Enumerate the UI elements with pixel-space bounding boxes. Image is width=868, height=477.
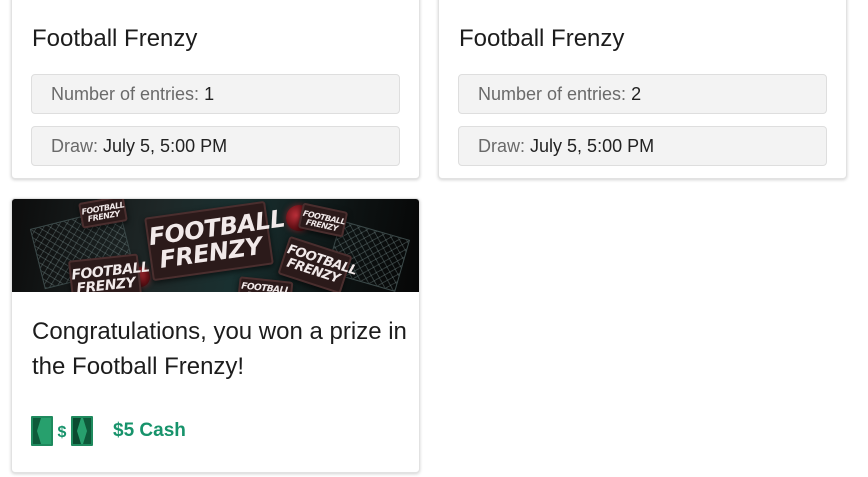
prize-row: $ $5 Cash (31, 416, 186, 446)
card-title: Football Frenzy (459, 25, 625, 52)
entry-card[interactable]: Football Frenzy Number of entries: 2 Dra… (438, 0, 847, 179)
draw-label: Draw: (51, 136, 99, 156)
banner-ticket: FOOTBALL FRENZY (236, 276, 294, 292)
draw-info: Draw: July 5, 5:00 PM (31, 126, 400, 166)
entries-info: Number of entries: 2 (458, 74, 827, 114)
banner-logo: FOOTBALL FRENZY (144, 200, 287, 282)
entries-info: Number of entries: 1 (31, 74, 400, 114)
cash-bills-icon: $ (31, 416, 93, 446)
svg-text:$: $ (58, 424, 67, 441)
draw-value: July 5, 5:00 PM (530, 136, 655, 156)
draw-label: Draw: (478, 136, 526, 156)
prize-message: Congratulations, you won a prize in the … (32, 318, 407, 380)
entry-card[interactable]: Football Frenzy Number of entries: 1 Dra… (11, 0, 420, 179)
entries-label: Number of entries: (478, 84, 627, 104)
banner-ticket: FOOTBALL FRENZY (297, 202, 349, 238)
banner-ticket: FOOTBALL FRENZY (67, 253, 150, 292)
football-frenzy-banner: FOOTBALL FRENZY FOOTBALL FRENZY FOOTBALL… (12, 199, 419, 292)
prize-card[interactable]: FOOTBALL FRENZY FOOTBALL FRENZY FOOTBALL… (11, 198, 420, 473)
draw-value: July 5, 5:00 PM (103, 136, 228, 156)
entries-label: Number of entries: (51, 84, 200, 104)
draw-info: Draw: July 5, 5:00 PM (458, 126, 827, 166)
prize-label: $5 Cash (113, 420, 186, 441)
entries-value: 1 (204, 84, 215, 104)
card-title: Football Frenzy (32, 25, 198, 52)
entries-value: 2 (631, 84, 642, 104)
